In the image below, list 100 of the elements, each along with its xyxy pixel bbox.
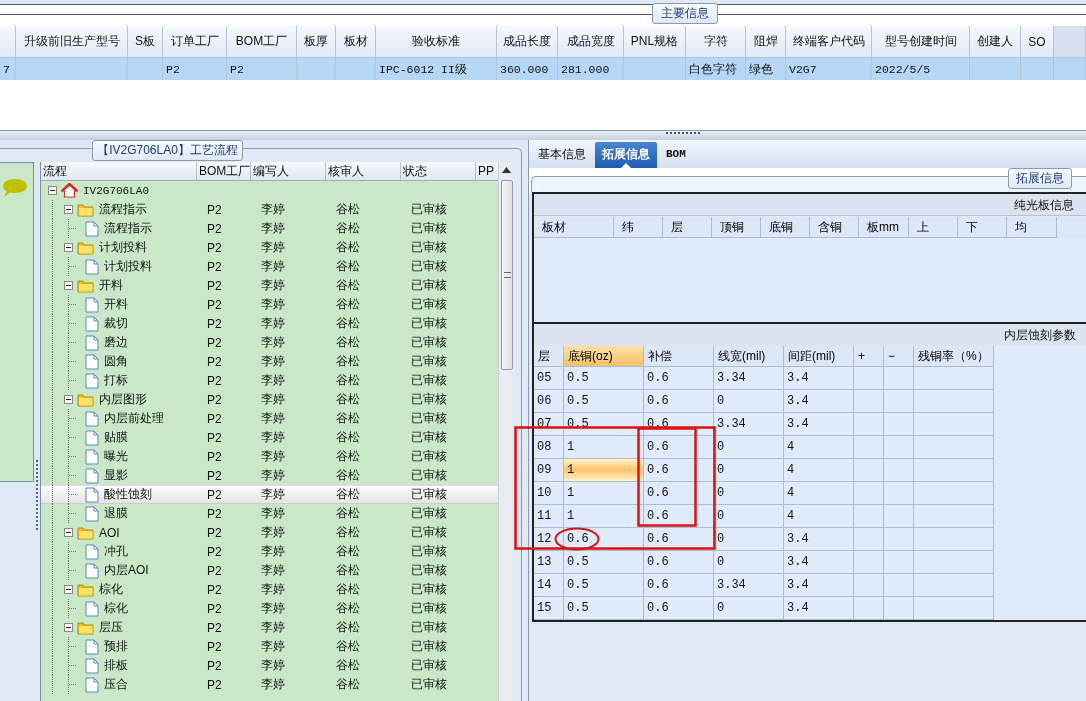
collapse-toggle[interactable] (64, 205, 73, 214)
table-cell[interactable]: 08 (534, 436, 564, 459)
table-cell[interactable]: 3.4 (784, 574, 854, 597)
column-header[interactable]: 流程 (43, 164, 67, 178)
tree-item[interactable]: 计划投料 (104, 258, 152, 275)
table-cell[interactable] (854, 551, 884, 574)
table-cell[interactable]: 0 (714, 436, 784, 459)
scroll-up-icon[interactable] (502, 167, 511, 173)
table-cell[interactable]: 0.6 (644, 551, 714, 574)
collapse-toggle[interactable] (64, 395, 73, 404)
table-cell[interactable]: 3.34 (714, 413, 784, 436)
table-cell[interactable]: 14 (534, 574, 564, 597)
table-cell[interactable] (854, 482, 884, 505)
table-cell[interactable] (914, 551, 994, 574)
table-cell[interactable] (914, 574, 994, 597)
table-cell[interactable]: 7 (0, 58, 16, 80)
table-cell[interactable]: 3.4 (784, 367, 854, 390)
table-cell[interactable] (854, 528, 884, 551)
column-header[interactable]: 板mm (867, 220, 899, 234)
table-cell[interactable]: 1 (564, 505, 644, 528)
table-cell[interactable]: 12 (534, 528, 564, 551)
table-cell[interactable]: IPC-6012 II级 (376, 58, 497, 80)
tree-item[interactable]: 退膜 (104, 505, 128, 522)
table-cell[interactable]: 4 (784, 436, 854, 459)
table-cell[interactable]: P2 (163, 58, 227, 80)
table-cell[interactable]: P2 (227, 58, 297, 80)
table-cell[interactable] (914, 505, 994, 528)
column-header[interactable]: 含铜 (818, 220, 842, 234)
tree-item[interactable]: 裁切 (104, 315, 128, 332)
table-cell[interactable] (914, 390, 994, 413)
table-cell[interactable] (854, 413, 884, 436)
table-cell[interactable] (914, 413, 994, 436)
table-cell[interactable] (884, 482, 914, 505)
table-cell[interactable] (914, 597, 994, 620)
table-cell[interactable] (914, 436, 994, 459)
table-cell[interactable]: 白色字符 (686, 58, 746, 80)
table-cell[interactable]: 0.6 (644, 528, 714, 551)
table-cell[interactable]: 0 (714, 482, 784, 505)
table-cell[interactable]: 0.6 (644, 574, 714, 597)
column-header[interactable]: 层 (671, 220, 683, 234)
collapse-toggle[interactable] (64, 528, 73, 537)
collapse-toggle[interactable] (64, 281, 73, 290)
table-cell[interactable]: 4 (784, 459, 854, 482)
column-header[interactable]: 状态 (403, 164, 427, 178)
tab[interactable]: 基本信息 (531, 142, 593, 168)
table-cell[interactable] (884, 528, 914, 551)
table-cell[interactable]: 3.4 (784, 413, 854, 436)
table-cell[interactable]: 0.6 (644, 597, 714, 620)
tab[interactable]: BOM (659, 142, 693, 168)
table-cell[interactable] (854, 597, 884, 620)
tree-item[interactable]: 酸性蚀刻 (104, 486, 152, 503)
tree-item[interactable]: 压合 (104, 676, 128, 693)
tree-item[interactable]: IV2G706LA0 (83, 184, 149, 197)
table-cell[interactable] (884, 551, 914, 574)
speech-bubble-icon[interactable] (2, 177, 28, 199)
tree-item[interactable]: 开料 (99, 277, 123, 294)
table-cell[interactable]: 0.6 (644, 436, 714, 459)
tree-item[interactable]: 棕化 (99, 581, 123, 598)
column-header[interactable]: 纬 (622, 220, 634, 234)
table-cell[interactable]: 0.6 (564, 528, 644, 551)
tree-item[interactable]: 层压 (99, 619, 123, 636)
tab[interactable]: 拓展信息 (595, 142, 657, 168)
table-cell[interactable]: 3.34 (714, 574, 784, 597)
tree-item[interactable]: 开料 (104, 296, 128, 313)
tree-item[interactable]: 预排 (104, 638, 128, 655)
table-cell[interactable] (884, 413, 914, 436)
tree-item[interactable]: 棕化 (104, 600, 128, 617)
tree-item[interactable]: 贴膜 (104, 429, 128, 446)
table-cell[interactable] (854, 574, 884, 597)
table-cell[interactable]: 3.34 (714, 367, 784, 390)
tree-item[interactable]: AOI (99, 525, 120, 540)
table-cell[interactable]: 0 (714, 551, 784, 574)
table-cell[interactable]: 4 (784, 505, 854, 528)
tree-item[interactable]: 圆角 (104, 353, 128, 370)
tree-item[interactable]: 曝光 (104, 448, 128, 465)
column-header[interactable]: 均 (1015, 220, 1027, 234)
collapse-toggle[interactable] (48, 186, 57, 195)
table-cell[interactable] (884, 459, 914, 482)
table-cell[interactable]: 0.5 (564, 597, 644, 620)
tree-item[interactable]: 流程指示 (104, 220, 152, 237)
table-cell[interactable]: 1 (564, 482, 644, 505)
table-cell[interactable]: 绿色 (746, 58, 786, 80)
table-cell[interactable]: 0.6 (644, 505, 714, 528)
table-cell[interactable]: 3.4 (784, 390, 854, 413)
table-cell[interactable]: 281.000 (558, 58, 624, 80)
column-header[interactable]: − (888, 349, 895, 363)
table-cell[interactable]: 360.000 (497, 58, 558, 80)
tree-item[interactable]: 内层AOI (104, 562, 149, 579)
table-cell[interactable] (914, 482, 994, 505)
tree-item[interactable]: 流程指示 (99, 201, 147, 218)
table-cell[interactable] (884, 367, 914, 390)
column-header[interactable]: BOM工厂 (199, 164, 250, 178)
table-cell[interactable]: 1 (564, 459, 644, 482)
table-cell[interactable]: V2G7 (786, 58, 872, 80)
table-cell[interactable]: 13 (534, 551, 564, 574)
column-header[interactable]: PP (478, 164, 494, 178)
table-cell[interactable]: 4 (784, 482, 854, 505)
table-cell[interactable] (884, 390, 914, 413)
column-header[interactable]: 上 (917, 220, 929, 234)
table-cell[interactable]: 11 (534, 505, 564, 528)
